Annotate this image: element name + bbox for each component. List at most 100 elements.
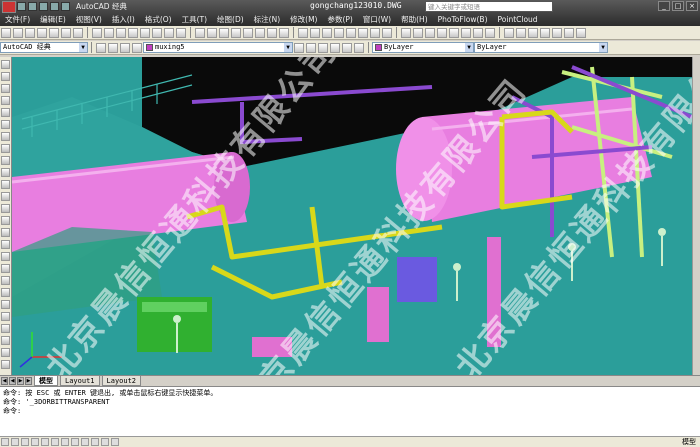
pan-icon[interactable] bbox=[152, 27, 162, 38]
region-icon[interactable] bbox=[1, 252, 10, 261]
move-icon[interactable] bbox=[1, 348, 10, 357]
markup-icon[interactable] bbox=[255, 27, 265, 38]
osnap-icon[interactable] bbox=[71, 438, 79, 446]
lineweight-icon[interactable] bbox=[31, 438, 39, 446]
chevron-down-icon[interactable]: ▼ bbox=[599, 43, 607, 52]
next-tab-icon[interactable]: ▶ bbox=[17, 377, 24, 385]
ducs-icon[interactable] bbox=[51, 438, 59, 446]
calculator-icon[interactable] bbox=[564, 27, 574, 38]
redo-icon[interactable] bbox=[140, 27, 150, 38]
dyn-icon[interactable] bbox=[41, 438, 49, 446]
paste-icon[interactable] bbox=[104, 27, 114, 38]
zoom-realtime-icon[interactable] bbox=[164, 27, 174, 38]
snap-icon[interactable] bbox=[111, 438, 119, 446]
layer-sun-icon[interactable] bbox=[120, 42, 130, 53]
help-icon[interactable] bbox=[576, 27, 586, 38]
chevron-down-icon[interactable]: ▼ bbox=[284, 43, 292, 52]
undo-icon[interactable] bbox=[50, 2, 59, 11]
search-input[interactable]: 键入关键字或短语 bbox=[425, 1, 553, 12]
redo-icon[interactable] bbox=[61, 2, 70, 11]
revision-cloud-icon[interactable] bbox=[1, 144, 10, 153]
publish-icon[interactable] bbox=[358, 27, 368, 38]
undo-icon[interactable] bbox=[425, 27, 435, 38]
selection-cycling-icon[interactable] bbox=[1, 438, 9, 446]
command-window[interactable]: 命令: 按 ESC 或 ENTER 键退出, 或单击鼠标右键显示快捷菜单。 命令:… bbox=[0, 386, 700, 436]
layer-dropdown[interactable]: muxing5 ▼ bbox=[143, 42, 293, 53]
zoom-previous-icon[interactable] bbox=[485, 27, 495, 38]
gradient-icon[interactable] bbox=[1, 240, 10, 249]
construction-line-icon[interactable] bbox=[1, 72, 10, 81]
menu-item[interactable]: 编辑(E) bbox=[35, 14, 71, 25]
menu-item[interactable]: 帮助(H) bbox=[396, 14, 433, 25]
layout-tab[interactable]: 模型 bbox=[34, 376, 58, 386]
sheet-set-icon[interactable] bbox=[540, 27, 550, 38]
array-icon[interactable] bbox=[1, 336, 10, 345]
new-icon[interactable] bbox=[1, 27, 11, 38]
spline-icon[interactable] bbox=[1, 156, 10, 165]
layer-properties-icon[interactable] bbox=[96, 42, 106, 53]
design-center-icon[interactable] bbox=[516, 27, 526, 38]
application-menu-button[interactable] bbox=[2, 0, 16, 13]
layer-bulb-icon[interactable] bbox=[108, 42, 118, 53]
layer-state-icon[interactable] bbox=[318, 42, 328, 53]
properties-icon[interactable] bbox=[504, 27, 514, 38]
polyline-icon[interactable] bbox=[1, 84, 10, 93]
layer-match-icon[interactable] bbox=[342, 42, 352, 53]
chevron-down-icon[interactable]: ▼ bbox=[79, 43, 87, 52]
circle-icon[interactable] bbox=[1, 132, 10, 141]
first-tab-icon[interactable]: ◀ bbox=[1, 377, 8, 385]
line-icon[interactable] bbox=[1, 60, 10, 69]
vertical-scrollbar[interactable] bbox=[692, 57, 700, 375]
model-space-label[interactable]: 模型 bbox=[682, 437, 696, 447]
hatch-icon[interactable] bbox=[1, 228, 10, 237]
transparency-icon[interactable] bbox=[21, 438, 29, 446]
chevron-down-icon[interactable]: ▼ bbox=[465, 43, 473, 52]
table-icon[interactable] bbox=[1, 264, 10, 273]
new-icon[interactable] bbox=[298, 27, 308, 38]
design-center-icon[interactable] bbox=[219, 27, 229, 38]
save-icon[interactable] bbox=[25, 27, 35, 38]
ortho-icon[interactable] bbox=[91, 438, 99, 446]
copy-icon[interactable] bbox=[1, 300, 10, 309]
paste-icon[interactable] bbox=[401, 27, 411, 38]
new-icon[interactable] bbox=[17, 2, 26, 11]
menu-item[interactable]: 视图(V) bbox=[71, 14, 107, 25]
preview-icon[interactable] bbox=[346, 27, 356, 38]
minimize-icon[interactable]: _ bbox=[658, 1, 670, 11]
offset-icon[interactable] bbox=[1, 324, 10, 333]
print-icon[interactable] bbox=[334, 27, 344, 38]
cut-icon[interactable] bbox=[370, 27, 380, 38]
prev-tab-icon[interactable]: ◀ bbox=[9, 377, 16, 385]
save-icon[interactable] bbox=[322, 27, 332, 38]
mirror-icon[interactable] bbox=[1, 312, 10, 321]
rotate-icon[interactable] bbox=[1, 360, 10, 369]
layer-walk-icon[interactable] bbox=[354, 42, 364, 53]
point-icon[interactable] bbox=[1, 216, 10, 225]
cut-icon[interactable] bbox=[73, 27, 83, 38]
layout-tab[interactable]: Layout1 bbox=[60, 376, 100, 386]
pan-icon[interactable] bbox=[449, 27, 459, 38]
otrack-icon[interactable] bbox=[61, 438, 69, 446]
match-properties-icon[interactable] bbox=[413, 27, 423, 38]
layer-lock-icon[interactable] bbox=[132, 42, 142, 53]
polar-icon[interactable] bbox=[81, 438, 89, 446]
menu-item[interactable]: 修改(M) bbox=[285, 14, 322, 25]
polygon-icon[interactable] bbox=[1, 96, 10, 105]
insert-block-icon[interactable] bbox=[1, 192, 10, 201]
layer-isolate-icon[interactable] bbox=[330, 42, 340, 53]
match-properties-icon[interactable] bbox=[116, 27, 126, 38]
layer-previous-icon[interactable] bbox=[306, 42, 316, 53]
open-icon[interactable] bbox=[310, 27, 320, 38]
menu-item[interactable]: 工具(T) bbox=[177, 14, 212, 25]
last-tab-icon[interactable]: ▶ bbox=[25, 377, 32, 385]
calculator-icon[interactable] bbox=[267, 27, 277, 38]
make-current-icon[interactable] bbox=[294, 42, 304, 53]
menu-item[interactable]: 标注(N) bbox=[249, 14, 285, 25]
sheet-set-icon[interactable] bbox=[243, 27, 253, 38]
help-icon[interactable] bbox=[279, 27, 289, 38]
erase-icon[interactable] bbox=[1, 288, 10, 297]
drawing-viewport[interactable]: 北京晨信恒通科技有限公司 北京晨信恒通科技有限公司 北京晨信恒通科技有限公司 bbox=[12, 57, 692, 375]
markup-icon[interactable] bbox=[552, 27, 562, 38]
color-dropdown[interactable]: ByLayer ▼ bbox=[372, 42, 474, 53]
rectangle-icon[interactable] bbox=[1, 108, 10, 117]
